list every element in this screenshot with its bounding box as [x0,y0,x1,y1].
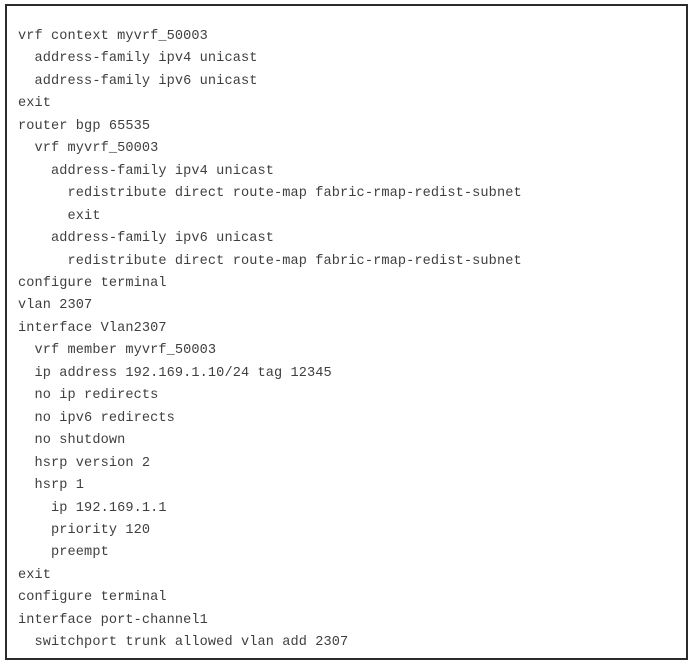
code-line: interface port-channel1 [18,612,208,628]
code-line: exit [18,208,101,224]
code-line: no ipv6 redirects [18,410,175,426]
code-line: vrf context myvrf_50003 [18,29,208,44]
code-line: ip address 192.169.1.10/24 tag 12345 [18,365,332,381]
code-line: vrf member myvrf_50003 [18,343,217,359]
code-line: address-family ipv4 unicast [18,51,258,67]
code-line: interface Vlan2307 [18,320,167,336]
code-line: vrf myvrf_50003 [18,141,159,157]
code-line: address-family ipv4 unicast [18,163,274,179]
code-line: no shutdown [18,433,126,449]
code-line: redistribute direct route-map fabric-rma… [18,253,522,269]
code-line: hsrp 1 [18,478,85,494]
cli-configuration-code[interactable]: vrf context myvrf_50003 address-family i… [7,6,686,655]
code-line: preempt [18,545,109,561]
code-line: exit [18,96,52,112]
code-line: router bgp 65535 [18,118,151,134]
code-line: exit [18,567,52,583]
code-line: switchport trunk allowed vlan add 2307 [18,635,349,651]
code-line: hsrp version 2 [18,455,151,471]
code-line: vlan 2307 [18,298,93,314]
code-line: address-family ipv6 unicast [18,73,258,89]
code-line: address-family ipv6 unicast [18,231,274,247]
code-line: priority 120 [18,522,151,538]
code-snippet-frame: vrf context myvrf_50003 address-family i… [5,4,688,660]
code-line: configure terminal [18,275,167,291]
code-line: configure terminal [18,590,167,606]
code-line: ip 192.169.1.1 [18,500,167,516]
code-line: redistribute direct route-map fabric-rma… [18,186,522,202]
code-line: no ip redirects [18,388,159,404]
